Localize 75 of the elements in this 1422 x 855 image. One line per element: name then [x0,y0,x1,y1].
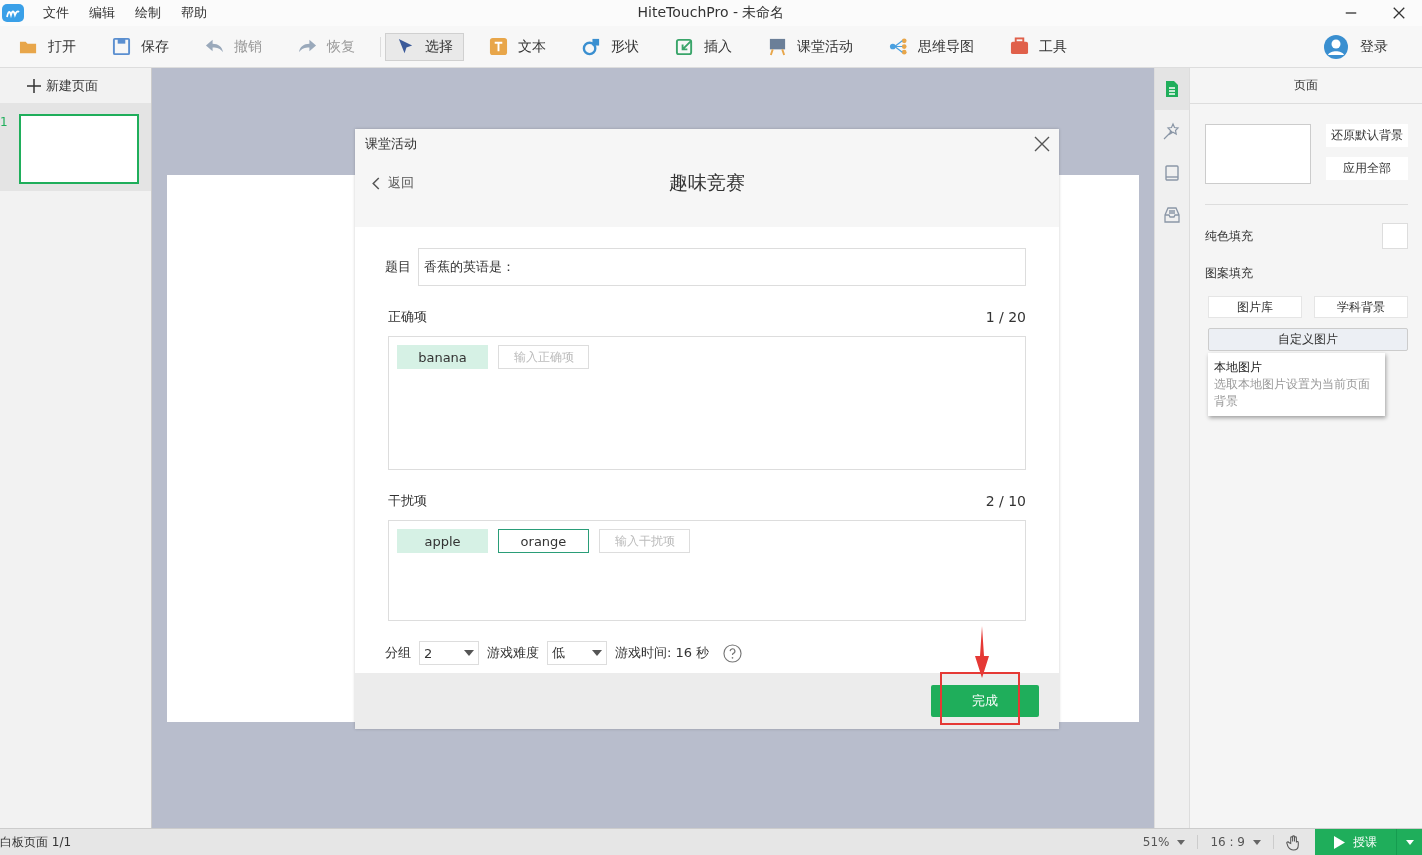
chevron-left-icon [372,176,380,190]
game-time-text: 游戏时间: 16 秒 [615,644,710,662]
dropdown-arrow-icon [464,650,474,656]
tooltip-title: 本地图片 [1214,359,1263,376]
toolbar-button[interactable]: 课堂活动 [757,32,864,61]
avatar-icon [1324,34,1348,59]
close-icon[interactable] [1392,6,1406,20]
new-page-button[interactable]: 新建页面 [0,68,98,103]
page-info: 白板页面 1/1 [0,833,72,851]
option-tag[interactable]: banana [397,345,488,369]
menu-item[interactable]: 文件 [43,4,69,22]
color-swatch[interactable] [1382,223,1408,249]
option-count: 1 / 20 [985,309,1026,325]
difficulty-dropdown[interactable]: 低 [547,641,607,665]
play-icon [1334,835,1345,849]
difficulty-label: 游戏难度 [487,644,539,662]
dropdown-arrow-icon [1405,839,1414,845]
groups-dropdown[interactable]: 2 [419,641,479,665]
zoom-dropdown[interactable]: 51% [1130,835,1199,849]
toolbar-button[interactable]: 打开 [8,32,87,61]
mind-map-icon [889,37,908,56]
toolbar-button[interactable]: 文本 [478,32,557,61]
toolbar-button[interactable]: 插入 [664,32,743,61]
text-icon [489,37,508,56]
gallery-button[interactable]: 图片库 [1208,296,1302,318]
plus-icon [27,78,41,93]
option-tag[interactable]: apple [397,529,488,553]
toolbar-button[interactable]: 形状 [571,32,650,61]
menu-item[interactable]: 编辑 [89,4,115,22]
restore-default-button[interactable]: 还原默认背景 [1326,124,1408,147]
custom-image-button[interactable]: 自定义图片 [1208,328,1408,351]
solid-fill-label: 纯色填充 [1205,227,1253,245]
option-tag[interactable]: orange [498,529,589,553]
window-title: HiteTouchPro - 未命名 [637,4,785,22]
pattern-fill-label: 图案填充 [1205,265,1254,282]
cursor-icon [396,37,415,56]
menu-item[interactable]: 绘制 [135,4,161,22]
toolbox-icon [1010,37,1029,56]
toolbar-button[interactable]: 保存 [101,32,180,61]
side-tab[interactable] [1155,68,1189,110]
toolbar-button[interactable]: 工具 [999,32,1078,61]
easel-icon [768,37,787,56]
panel-title: 页面 [1190,68,1422,104]
section-label: 正确项 [388,308,427,326]
help-icon[interactable] [723,643,743,663]
dialog-heading: 趣味竞赛 [669,170,745,195]
page-number: 1 [0,114,9,129]
magic-wand-icon [1163,122,1182,140]
option-input[interactable]: 输入干扰项 [599,529,690,553]
aspect-ratio-dropdown[interactable]: 16 : 9 [1198,835,1274,849]
tooltip-description: 选取本地图片设置为当前页面背景 [1214,376,1371,410]
book-icon [1163,164,1182,182]
subject-background-button[interactable]: 学科背景 [1314,296,1408,318]
login-button[interactable]: 登录 [1324,34,1388,59]
dropdown-arrow-icon [592,650,602,656]
close-icon[interactable] [1034,136,1050,152]
question-field[interactable]: 香蕉的英语是： [418,248,1026,286]
insert-icon [675,37,694,56]
option-input[interactable]: 输入正确项 [498,345,589,369]
dropdown-arrow-icon [1177,839,1186,845]
section-label: 干扰项 [388,492,427,510]
toolbar-button[interactable]: 选择 [385,32,464,61]
shapes-icon [582,37,601,56]
present-options-button[interactable] [1396,829,1422,855]
toolbar-button[interactable]: 思维导图 [878,32,985,61]
floppy-icon [112,37,131,56]
dialog-title: 课堂活动 [365,135,417,153]
option-count: 2 / 10 [985,493,1026,509]
menu-item[interactable]: 帮助 [181,4,207,22]
apply-all-button[interactable]: 应用全部 [1326,157,1408,180]
tray-icon [1163,206,1182,224]
groups-label: 分组 [385,644,411,662]
back-link[interactable]: 返回 [372,174,414,192]
dropdown-arrow-icon [1253,839,1261,845]
question-label: 题目 [385,258,411,276]
